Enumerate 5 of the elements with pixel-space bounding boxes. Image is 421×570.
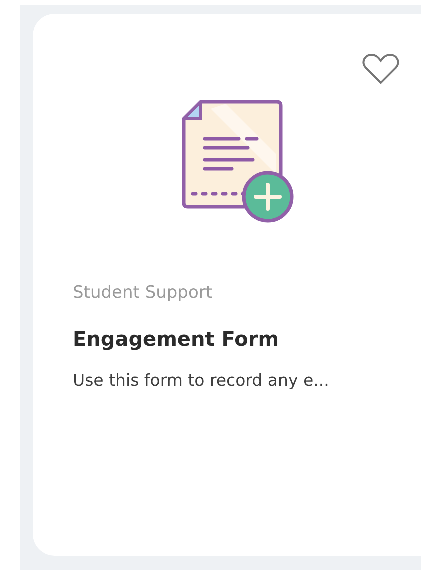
favorite-button[interactable]: [362, 52, 400, 86]
heart-icon: [362, 52, 400, 86]
card-description: Use this form to record any e...: [73, 371, 330, 390]
card-title: Engagement Form: [73, 327, 280, 351]
category-label: Student Support: [73, 283, 214, 303]
